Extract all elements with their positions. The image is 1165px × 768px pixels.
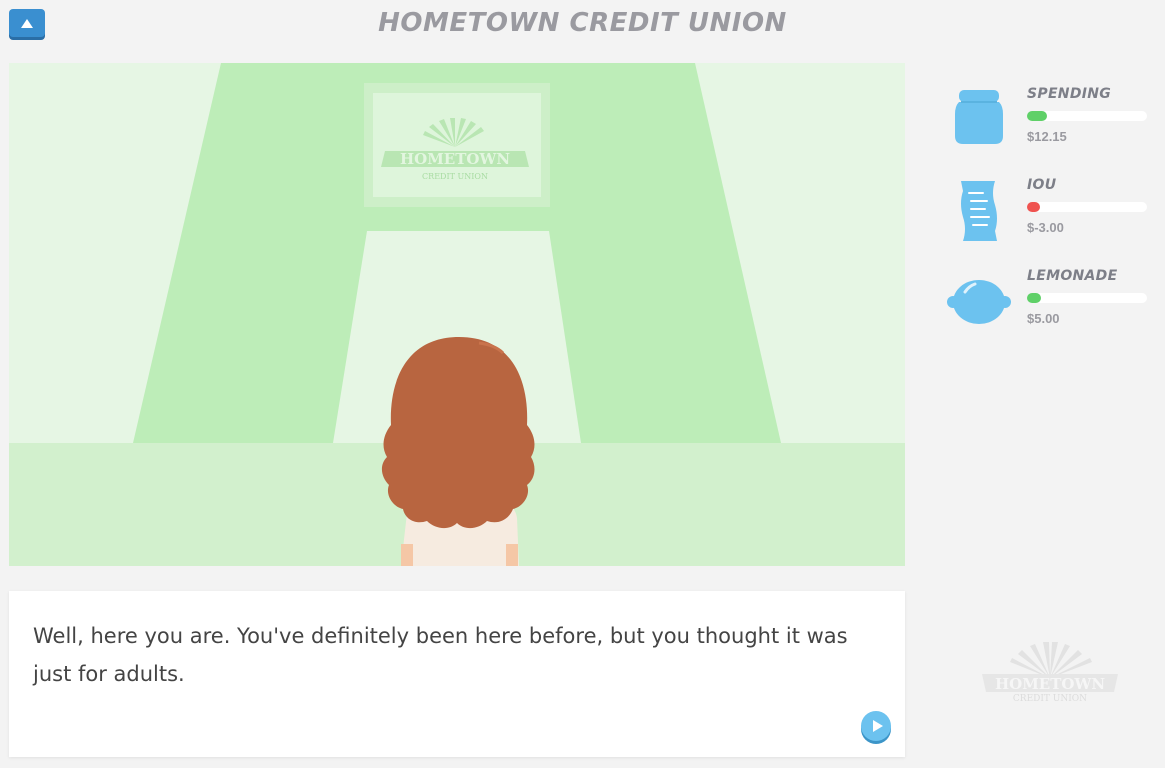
stat-spending: SPENDING $12.15 — [945, 82, 1155, 173]
game-scene: HOMETOWN CREDIT UNION — [9, 63, 905, 566]
page-title: HOMETOWN CREDIT UNION — [378, 8, 787, 38]
jar-icon — [955, 90, 1003, 144]
dialog-box: Well, here you are. You've definitely be… — [9, 591, 905, 757]
logo-sunburst-icon — [1010, 642, 1092, 678]
stat-label: IOU — [1027, 177, 1057, 193]
stat-iou: IOU $-3.00 — [945, 173, 1155, 264]
sign-logo-subtext: CREDIT UNION — [422, 172, 488, 181]
lemon-icon — [947, 280, 1011, 324]
credit-union-logo: HOMETOWN CREDIT UNION — [982, 642, 1118, 704]
stat-lemonade: LEMONADE $5.00 — [945, 264, 1155, 355]
continue-button[interactable] — [861, 711, 891, 741]
progress-track — [1027, 111, 1147, 121]
stat-value: $-3.00 — [1027, 220, 1064, 235]
progress-fill — [1027, 111, 1048, 121]
progress-fill — [1027, 202, 1041, 212]
stat-label: LEMONADE — [1027, 268, 1118, 284]
scene-illustration: HOMETOWN CREDIT UNION — [9, 63, 905, 566]
progress-track — [1027, 202, 1147, 212]
logo-subtext: CREDIT UNION — [1013, 694, 1087, 704]
stat-value: $5.00 — [1027, 311, 1060, 326]
progress-track — [1027, 293, 1147, 303]
play-icon — [872, 720, 883, 732]
receipt-icon — [961, 181, 997, 241]
sign-logo-text: HOMETOWN — [400, 150, 510, 168]
progress-fill — [1027, 293, 1042, 303]
dialog-text: Well, here you are. You've definitely be… — [33, 624, 848, 686]
stat-label: SPENDING — [1027, 86, 1112, 102]
stats-panel: SPENDING $12.15 IOU $-3.00 LEMONADE $5.0… — [945, 82, 1155, 355]
logo-text: HOMETOWN — [995, 675, 1105, 693]
stat-value: $12.15 — [1027, 129, 1067, 144]
